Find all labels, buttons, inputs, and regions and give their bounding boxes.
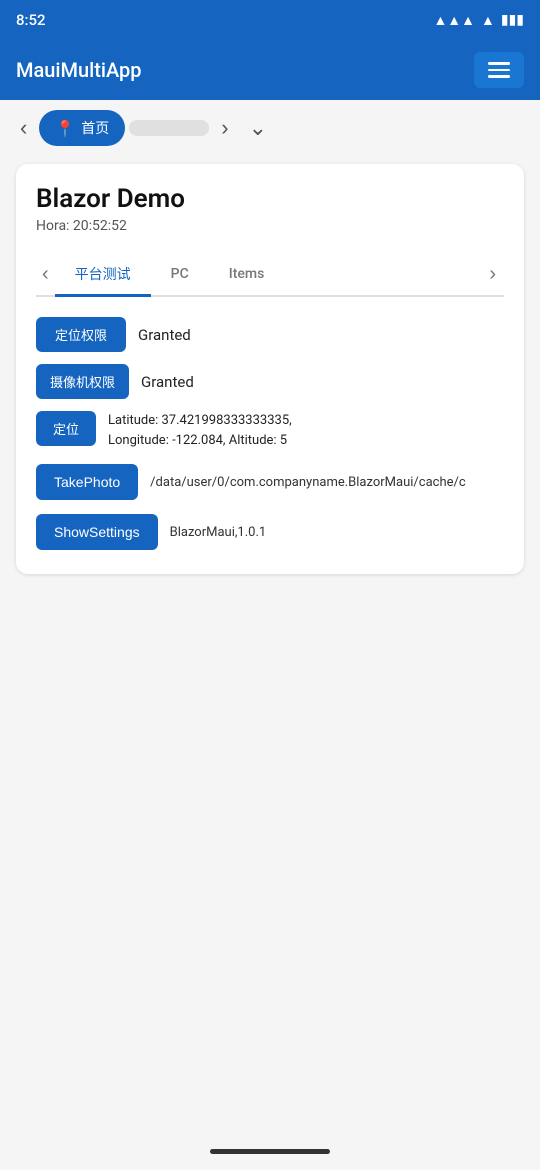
show-settings-value: BlazorMaui,1.0.1 bbox=[170, 525, 267, 540]
home-tab[interactable]: 📍 首页 bbox=[39, 110, 125, 146]
take-photo-row: TakePhoto /data/user/0/com.companyname.B… bbox=[36, 464, 504, 500]
battery-icon: ▮▮▮ bbox=[501, 12, 524, 28]
menu-line-1 bbox=[488, 62, 510, 65]
app-bar: MauiMultiApp bbox=[0, 40, 540, 100]
wifi-icon: ▲▲▲ bbox=[433, 12, 475, 29]
location-text: Latitude: 37.421998333333335, Longitude:… bbox=[108, 411, 292, 450]
location-row: 定位 Latitude: 37.421998333333335, Longitu… bbox=[36, 411, 504, 450]
take-photo-button[interactable]: TakePhoto bbox=[36, 464, 138, 500]
status-bar-left: 8:52 bbox=[16, 11, 46, 29]
tab-items[interactable]: Items bbox=[209, 256, 285, 295]
tab-more-arrow[interactable]: ⌄ bbox=[241, 111, 275, 145]
tab-platform-test[interactable]: 平台测试 bbox=[55, 254, 151, 297]
menu-button[interactable] bbox=[474, 52, 524, 88]
content-card: Blazor Demo Hora: 20:52:52 ‹ 平台测试 PC Ite… bbox=[16, 164, 524, 574]
latitude-text: Latitude: 37.421998333333335, bbox=[108, 413, 292, 428]
location-permission-status: Granted bbox=[138, 326, 191, 344]
location-badge: 定位 bbox=[36, 411, 96, 446]
inner-tab-more-arrow[interactable]: › bbox=[481, 259, 504, 290]
take-photo-path: /data/user/0/com.companyname.BlazorMaui/… bbox=[150, 475, 466, 490]
location-details: Longitude: -122.084, Altitude: 5 bbox=[108, 433, 287, 448]
location-permission-badge: 定位权限 bbox=[36, 317, 126, 352]
blank-tab[interactable] bbox=[129, 120, 209, 136]
bottom-nav-indicator bbox=[210, 1149, 330, 1154]
show-settings-button[interactable]: ShowSettings bbox=[36, 514, 158, 550]
signal-icon: ▲ bbox=[481, 12, 495, 29]
menu-line-2 bbox=[488, 69, 510, 72]
camera-permission-status: Granted bbox=[141, 373, 194, 391]
permission-row-location: 定位权限 Granted bbox=[36, 317, 504, 352]
tab-back-arrow[interactable]: ‹ bbox=[12, 111, 35, 145]
show-settings-row: ShowSettings BlazorMaui,1.0.1 bbox=[36, 514, 504, 550]
app-title: MauiMultiApp bbox=[16, 58, 142, 82]
status-bar: 8:52 ▲▲▲ ▲ ▮▮▮ bbox=[0, 0, 540, 40]
page-subtitle: Hora: 20:52:52 bbox=[36, 218, 504, 234]
permission-row-camera: 摄像机权限 Granted bbox=[36, 364, 504, 399]
tab-forward-arrow[interactable]: › bbox=[213, 111, 236, 145]
tab-pc[interactable]: PC bbox=[151, 256, 209, 295]
inner-tab-back-arrow[interactable]: ‹ bbox=[36, 259, 55, 290]
home-tab-label: 首页 bbox=[81, 118, 109, 138]
status-bar-right: ▲▲▲ ▲ ▮▮▮ bbox=[433, 12, 524, 29]
menu-line-3 bbox=[488, 75, 510, 78]
inner-tabs: ‹ 平台测试 PC Items › bbox=[36, 254, 504, 297]
page-title: Blazor Demo bbox=[36, 184, 504, 214]
top-tab-nav: ‹ 📍 首页 › ⌄ bbox=[0, 100, 540, 156]
camera-permission-badge: 摄像机权限 bbox=[36, 364, 129, 399]
status-time: 8:52 bbox=[16, 11, 46, 29]
home-tab-icon: 📍 bbox=[55, 119, 75, 138]
